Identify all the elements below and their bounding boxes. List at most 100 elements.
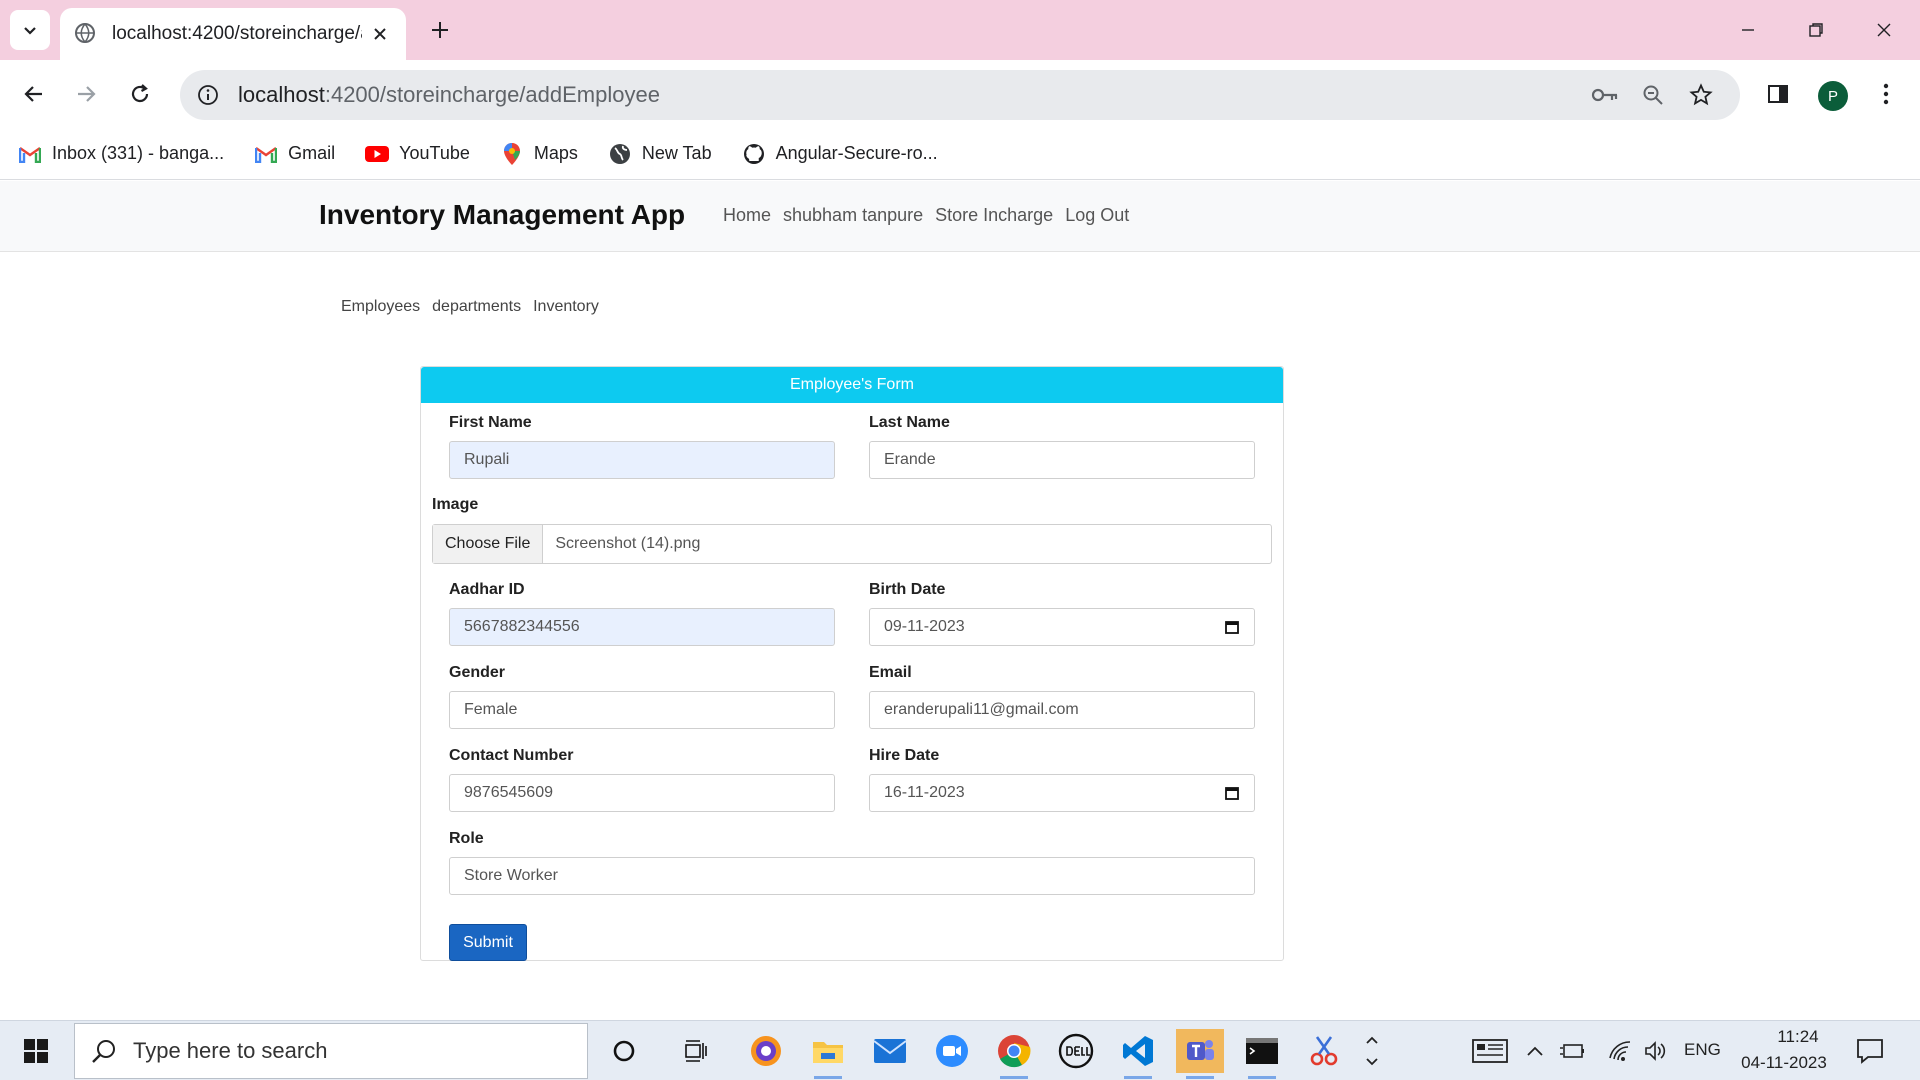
birth-date-value: 09-11-2023 bbox=[884, 618, 965, 635]
windows-taskbar: Type here to search ENG 11:24 04-11-2023 bbox=[0, 1020, 1920, 1080]
nav-link-store-incharge[interactable]: Store Incharge bbox=[935, 205, 1053, 226]
role-input[interactable]: Store Worker bbox=[449, 857, 1255, 895]
section-link-departments[interactable]: departments bbox=[432, 298, 521, 316]
chevron-up-down-icon bbox=[1364, 1033, 1380, 1069]
notification-center-button[interactable] bbox=[1846, 1029, 1894, 1073]
side-panel-button[interactable] bbox=[1758, 74, 1798, 114]
tray-show-hidden-button[interactable] bbox=[1520, 1029, 1550, 1073]
nav-link-home[interactable]: Home bbox=[723, 205, 771, 226]
bookmark-maps[interactable]: Maps bbox=[500, 142, 578, 166]
gender-input[interactable]: Female bbox=[449, 691, 835, 729]
taskbar-app-terminal[interactable] bbox=[1238, 1029, 1286, 1079]
first-name-input[interactable]: Rupali bbox=[449, 441, 835, 479]
image-label: Image bbox=[432, 496, 479, 513]
scissors-icon bbox=[1307, 1034, 1341, 1068]
gmail-icon bbox=[18, 142, 42, 166]
hire-date-input[interactable]: 16-11-2023 bbox=[869, 774, 1255, 812]
taskbar-app-file-explorer[interactable] bbox=[804, 1029, 852, 1079]
contact-number-value: 9876545609 bbox=[464, 784, 553, 801]
choose-file-button[interactable]: Choose File bbox=[433, 525, 544, 563]
profile-avatar[interactable]: P bbox=[1818, 81, 1848, 111]
taskbar-overflow-button[interactable] bbox=[1358, 1029, 1386, 1073]
password-key-button[interactable] bbox=[1585, 75, 1625, 115]
gender-value: Female bbox=[464, 701, 518, 718]
clock-date[interactable]: 04-11-2023 bbox=[1734, 1053, 1834, 1073]
bookmark-label: Angular-Secure-ro... bbox=[775, 143, 938, 163]
restore-button[interactable] bbox=[1794, 8, 1838, 52]
role-value: Store Worker bbox=[464, 867, 558, 884]
contact-number-input[interactable]: 9876545609 bbox=[449, 774, 835, 812]
image-file-input[interactable]: Choose File Screenshot (14).png bbox=[432, 524, 1272, 564]
section-link-inventory[interactable]: Inventory bbox=[533, 298, 599, 316]
wifi-icon bbox=[1608, 1040, 1632, 1062]
bookmarks-bar: Inbox (331) - banga... Gmail YouTube Map… bbox=[0, 128, 1920, 180]
taskbar-app-teams[interactable] bbox=[1176, 1029, 1224, 1079]
calendar-icon[interactable] bbox=[1224, 785, 1240, 801]
birth-date-input[interactable]: 09-11-2023 bbox=[869, 608, 1255, 646]
terminal-icon bbox=[1245, 1037, 1279, 1065]
chevron-down-icon bbox=[22, 22, 38, 38]
tray-keyboard-button[interactable] bbox=[1466, 1029, 1514, 1073]
bookmark-youtube[interactable]: YouTube bbox=[365, 142, 470, 166]
taskbar-app-vscode[interactable] bbox=[1114, 1029, 1162, 1079]
taskbar-search[interactable]: Type here to search bbox=[74, 1023, 588, 1079]
windows-logo-icon bbox=[23, 1038, 49, 1064]
close-window-button[interactable] bbox=[1862, 8, 1906, 52]
last-name-value: Erande bbox=[884, 451, 936, 468]
close-tab-icon[interactable] bbox=[368, 22, 392, 46]
arrow-right-icon bbox=[75, 83, 97, 105]
taskbar-app-zoom[interactable] bbox=[928, 1029, 976, 1073]
tray-volume-button[interactable] bbox=[1640, 1029, 1672, 1073]
language-indicator[interactable]: ENG bbox=[1684, 1040, 1721, 1060]
section-link-employees[interactable]: Employees bbox=[341, 298, 420, 316]
minimize-icon bbox=[1740, 22, 1756, 38]
taskbar-app-mail[interactable] bbox=[866, 1029, 914, 1073]
cortana-button[interactable] bbox=[600, 1029, 648, 1073]
zoom-button[interactable] bbox=[1633, 75, 1673, 115]
submit-button[interactable]: Submit bbox=[449, 924, 527, 961]
battery-charging-icon bbox=[1559, 1042, 1585, 1060]
bookmark-new-tab[interactable]: New Tab bbox=[608, 142, 712, 166]
bookmark-label: Inbox (331) - banga... bbox=[52, 143, 225, 163]
aadhar-input[interactable]: 5667882344556 bbox=[449, 608, 835, 646]
url-host: localhost bbox=[238, 82, 325, 107]
bookmark-star-button[interactable] bbox=[1681, 75, 1721, 115]
bookmark-inbox[interactable]: Inbox (331) - banga... bbox=[18, 142, 224, 166]
reload-button[interactable] bbox=[120, 74, 160, 114]
app-brand[interactable]: Inventory Management App bbox=[319, 199, 685, 231]
calendar-icon[interactable] bbox=[1224, 619, 1240, 635]
bookmark-gmail[interactable]: Gmail bbox=[254, 142, 335, 166]
address-bar[interactable]: localhost:4200/storeincharge/addEmployee bbox=[180, 70, 1740, 120]
back-button[interactable] bbox=[14, 74, 54, 114]
search-placeholder: Type here to search bbox=[133, 1038, 328, 1063]
tray-wifi-button[interactable] bbox=[1604, 1029, 1636, 1073]
bookmark-label: Maps bbox=[533, 143, 578, 163]
nav-link-logout[interactable]: Log Out bbox=[1065, 205, 1129, 226]
tab-search-button[interactable] bbox=[10, 10, 50, 50]
bookmark-label: New Tab bbox=[641, 143, 712, 163]
task-view-button[interactable] bbox=[672, 1029, 720, 1073]
url-path: :4200/storeincharge/addEmployee bbox=[324, 82, 660, 107]
clock-time[interactable]: 11:24 bbox=[1758, 1027, 1838, 1047]
notification-icon bbox=[1856, 1038, 1884, 1064]
nav-link-user[interactable]: shubham tanpure bbox=[783, 205, 923, 226]
chrome-icon bbox=[997, 1034, 1031, 1068]
bookmark-github[interactable]: Angular-Secure-ro... bbox=[742, 142, 938, 166]
menu-button[interactable] bbox=[1866, 74, 1906, 114]
site-info-button[interactable] bbox=[188, 75, 228, 115]
birth-date-label: Birth Date bbox=[869, 581, 946, 598]
browser-tab[interactable]: localhost:4200/storeincharge/a bbox=[60, 8, 406, 60]
tray-battery-button[interactable] bbox=[1556, 1029, 1588, 1073]
taskbar-app-dell[interactable] bbox=[1052, 1029, 1100, 1073]
start-button[interactable] bbox=[12, 1031, 60, 1071]
browser-tab-strip: localhost:4200/storeincharge/a bbox=[0, 0, 1920, 60]
taskbar-app-snipping-tool[interactable] bbox=[1300, 1029, 1348, 1073]
forward-button[interactable] bbox=[66, 74, 106, 114]
taskbar-app-vpn[interactable] bbox=[742, 1029, 790, 1073]
new-tab-button[interactable] bbox=[424, 14, 456, 46]
minimize-button[interactable] bbox=[1726, 8, 1770, 52]
last-name-input[interactable]: Erande bbox=[869, 441, 1255, 479]
bookmark-label: YouTube bbox=[399, 143, 470, 163]
taskbar-app-chrome[interactable] bbox=[990, 1029, 1038, 1079]
email-input[interactable]: eranderupali11@gmail.com bbox=[869, 691, 1255, 729]
